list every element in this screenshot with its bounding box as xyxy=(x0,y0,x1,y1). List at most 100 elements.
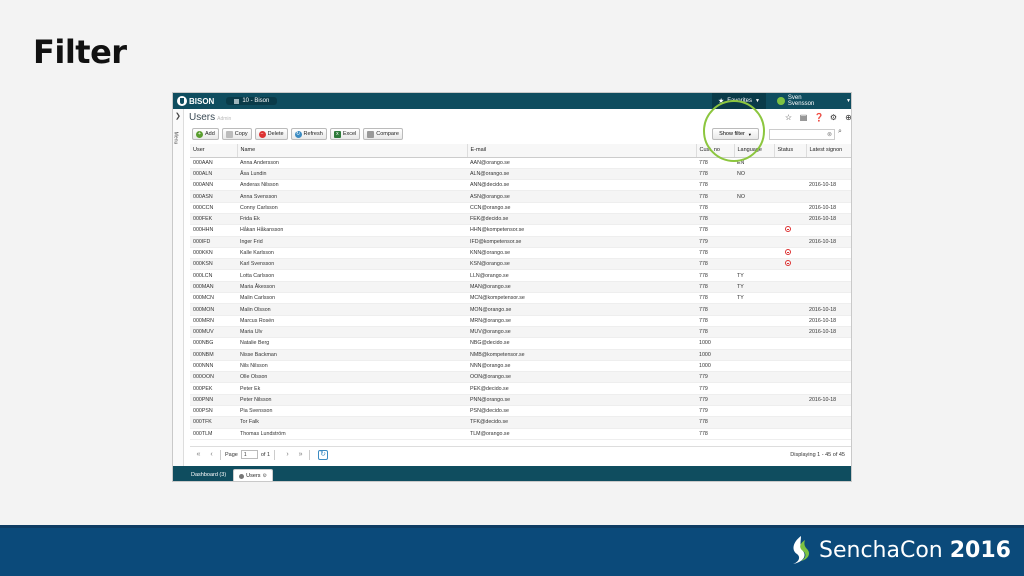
add-icon[interactable]: ⊕ xyxy=(844,113,851,122)
prev-page-icon[interactable]: ‹ xyxy=(207,451,216,458)
table-cell: 778 xyxy=(696,416,734,429)
table-cell: 1000 xyxy=(696,337,734,350)
table-row[interactable]: 000FEK Frida Ek FEK@decido.se 778 2016-10-18 xyxy=(190,213,851,226)
table-row[interactable]: 000ASN Anna Svensson ASN@orango.se 778 NO xyxy=(190,190,851,203)
column-header[interactable]: Status xyxy=(774,144,807,158)
brand-year: 2016 xyxy=(949,537,1011,563)
table-row[interactable]: 000NNN Nils Nilsson NNN@orango.se 1000 xyxy=(190,360,851,373)
column-header[interactable]: E-mail xyxy=(467,144,697,158)
company-selector[interactable]: 10 - Bison xyxy=(226,97,278,105)
table-row[interactable]: 000CCN Conny Carlsson CCN@orango.se 778 2016… xyxy=(190,202,851,214)
table-cell: Anderas Nilsson xyxy=(237,179,467,192)
table-cell: Åsa Lundin xyxy=(237,168,467,181)
table-cell xyxy=(734,405,774,418)
gear-icon[interactable]: ⚙ xyxy=(263,473,267,479)
table-cell: 779 xyxy=(696,371,734,384)
blocked-status-icon xyxy=(785,260,791,267)
table-row[interactable]: 000MRN Marcus Rosén MRN@orango.se 778 2016-1… xyxy=(190,315,851,327)
tab-dashboard[interactable]: Dashboard (3) xyxy=(186,469,232,481)
table-row[interactable]: 000NBG Natalie Berg NBG@decido.se 1000 xyxy=(190,337,851,350)
table-cell: 778 xyxy=(696,303,734,316)
page-input[interactable]: 1 xyxy=(240,450,258,459)
table-row[interactable]: 000MON Malin Olsson MON@orango.se 778 2016-1… xyxy=(190,303,851,316)
card-icon[interactable]: ▤ xyxy=(799,113,808,122)
table-row[interactable]: 000ANN Anderas Nilsson ANN@decido.se 778 201… xyxy=(190,179,851,192)
table-row[interactable]: 000MUV Maria Ulv MUV@orango.se 778 2016-10-1… xyxy=(190,326,851,339)
table-cell xyxy=(734,236,774,248)
table-cell: 000TFK xyxy=(190,416,237,429)
grid-body: 000AAN Anna Andersson AAN@orango.se 778 EN 00… xyxy=(190,157,851,440)
table-cell xyxy=(774,157,806,169)
table-cell: Inger Frid xyxy=(237,236,467,248)
tab-dashboard-label: Dashboard (3) xyxy=(191,472,227,478)
table-row[interactable]: 000TLM Thomas Lundström TLM@orango.se 778 xyxy=(190,428,851,440)
menu-strip[interactable]: ❯ Menu xyxy=(173,109,184,481)
table-cell: 2016-10-18 xyxy=(806,236,851,248)
table-row[interactable]: 000AAN Anna Andersson AAN@orango.se 778 EN xyxy=(190,157,851,169)
title-icons: ☆ ▤ ❓ ⚙ ⊕ xyxy=(784,113,851,122)
table-cell xyxy=(774,303,806,316)
table-row[interactable]: 000MAN Maria Åkesson MAN@orango.se 778 TY xyxy=(190,281,851,294)
excel-button[interactable]: x Excel xyxy=(329,128,361,140)
copy-button[interactable]: Copy xyxy=(221,128,252,140)
table-cell xyxy=(806,168,851,181)
table-cell: 2016-10-18 xyxy=(806,213,851,226)
brand-name: SenchaCon xyxy=(819,537,943,563)
column-header[interactable]: User xyxy=(190,144,238,158)
expand-arrow-icon[interactable]: ❯ xyxy=(175,112,181,120)
table-cell xyxy=(774,247,806,260)
table-cell xyxy=(806,157,851,169)
column-header[interactable]: Name xyxy=(237,144,468,158)
table-cell: Anna Svensson xyxy=(237,190,467,203)
gear-icon[interactable]: ⚙ xyxy=(829,113,838,122)
table-cell xyxy=(774,428,806,440)
table-cell xyxy=(806,292,851,305)
user-menu[interactable]: Sven Svensson ▼ xyxy=(777,93,851,109)
add-label: Add xyxy=(205,131,215,137)
table-cell: 2016-10-18 xyxy=(806,315,851,327)
table-cell xyxy=(734,202,774,214)
help-icon[interactable]: ❓ xyxy=(814,113,824,122)
table-row[interactable]: 000ALN Åsa Lundin ALN@orango.se 778 NO xyxy=(190,168,851,181)
table-cell: MUV@orango.se xyxy=(467,326,696,339)
table-cell: 1000 xyxy=(696,360,734,373)
table-row[interactable]: 000KSN Karl Svensson KSN@orango.se 778 xyxy=(190,258,851,271)
add-button[interactable]: + Add xyxy=(192,128,219,140)
column-header[interactable]: Latest signon xyxy=(806,144,851,158)
table-row[interactable]: 000HHN Håkan Håkansson HHN@kompetensor.se 7… xyxy=(190,224,851,237)
table-cell: 000MON xyxy=(190,303,237,316)
bison-logo[interactable]: BISON xyxy=(177,96,214,106)
table-cell: TLM@orango.se xyxy=(467,428,696,440)
tab-users[interactable]: Users ⚙ xyxy=(233,469,274,481)
table-row[interactable]: 000PSN Pia Svensson PSN@decido.se 779 xyxy=(190,405,851,418)
delete-button[interactable]: − Delete xyxy=(254,128,288,140)
table-row[interactable]: 000PNN Peter Nilsson PNN@orango.se 779 2016-… xyxy=(190,394,851,407)
user-name: Sven Svensson xyxy=(787,95,815,107)
table-row[interactable]: 000MCN Malin Carlsson MCN@kompetensor.se 77… xyxy=(190,292,851,305)
excel-icon: x xyxy=(333,130,341,138)
table-row[interactable]: 000KKN Kalle Karlsson KNN@orango.se 778 xyxy=(190,247,851,260)
search-icon[interactable]: ⌕ xyxy=(838,128,842,136)
table-cell: 778 xyxy=(696,190,734,203)
table-cell: 000KKN xyxy=(190,247,237,260)
table-row[interactable]: 000LCN Lotta Carlsson LLN@orango.se 778 TY xyxy=(190,269,851,282)
first-page-icon[interactable]: « xyxy=(194,451,203,458)
blocked-status-icon xyxy=(785,226,791,233)
table-row[interactable]: 000TFK Tor Falk TFK@decido.se 778 xyxy=(190,416,851,429)
table-row[interactable]: 000PEK Peter Ek PEK@decido.se 779 xyxy=(190,382,851,395)
table-cell xyxy=(734,428,774,440)
pager-refresh-icon[interactable]: ↻ xyxy=(318,449,329,460)
table-row[interactable]: 000NBM Nisse Backman NMB@kompetensor.se 100… xyxy=(190,349,851,361)
search-input[interactable]: ⊗ xyxy=(769,129,835,140)
next-page-icon[interactable]: › xyxy=(283,451,292,458)
last-page-icon[interactable]: » xyxy=(296,451,305,458)
compare-button[interactable]: Compare xyxy=(363,128,403,140)
table-cell xyxy=(806,258,851,271)
star-outline-icon[interactable]: ☆ xyxy=(784,113,793,122)
refresh-button[interactable]: ↻ Refresh xyxy=(290,128,327,140)
table-cell: 778 xyxy=(696,168,734,181)
table-row[interactable]: 000IFD Inger Frid IFD@kompetensor.se 779 201… xyxy=(190,236,851,248)
table-row[interactable]: 000OON Olle Olsson OON@orango.se 779 xyxy=(190,371,851,384)
clear-icon[interactable]: ⊗ xyxy=(827,131,832,138)
table-cell: Maria Åkesson xyxy=(237,281,467,294)
